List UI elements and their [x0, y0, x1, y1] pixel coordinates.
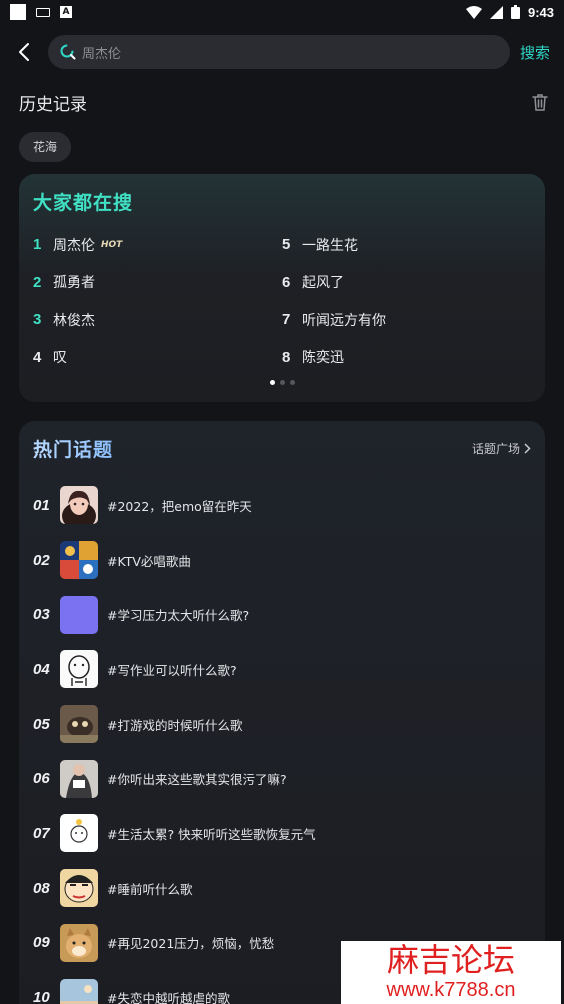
trending-item[interactable]: 7 听闻远方有你	[282, 301, 531, 339]
topic-row[interactable]: 05 #打游戏的时候听什么歌	[33, 697, 531, 752]
battery-icon	[510, 5, 520, 19]
trending-rank: 8	[282, 348, 291, 366]
trending-rank: 2	[33, 273, 42, 291]
trending-text: 起风了	[302, 275, 344, 292]
search-input[interactable]: 周杰伦	[48, 35, 510, 69]
topic-number: 06	[33, 770, 50, 788]
trending-text: 一路生花	[302, 237, 358, 254]
trending-title: 大家都在搜	[33, 192, 134, 214]
search-button[interactable]: 搜索	[520, 42, 550, 63]
topic-number: 10	[33, 989, 50, 1004]
search-placeholder: 周杰伦	[82, 46, 122, 62]
signal-icon	[489, 5, 503, 19]
topic-thumbnail	[60, 705, 98, 744]
trending-item[interactable]: 5 一路生花	[282, 226, 531, 264]
topic-number: 09	[33, 934, 50, 952]
topic-text: #写作业可以听什么歌?	[107, 662, 237, 678]
trending-item[interactable]: 6 起风了	[282, 264, 531, 302]
history-header: 历史记录	[0, 80, 564, 118]
topic-text: #失恋中越听越虐的歌	[107, 991, 230, 1004]
topic-thumbnail	[60, 595, 98, 634]
topic-number: 04	[33, 660, 50, 678]
topic-thumbnail	[60, 486, 98, 525]
trending-rank: 3	[33, 311, 42, 329]
watermark: 麻吉论坛 www.k7788.cn	[341, 941, 561, 1004]
topic-plaza-link[interactable]: 话题广场	[472, 440, 531, 457]
back-button[interactable]	[12, 32, 36, 72]
trending-rank: 5	[282, 236, 291, 254]
trending-text: 林俊杰	[53, 312, 95, 329]
topic-text: #睡前听什么歌	[107, 881, 193, 897]
wifi-icon	[465, 5, 482, 19]
search-bar: 周杰伦 搜索	[0, 24, 564, 80]
topic-number: 03	[33, 606, 50, 624]
page-dot	[289, 380, 295, 385]
topic-text: #你听出来这些歌其实很污了嘛?	[107, 772, 287, 788]
keyboard-icon	[36, 7, 50, 17]
topic-text: #KTV必唱歌曲	[107, 553, 191, 569]
trash-icon[interactable]	[532, 93, 548, 111]
topic-row[interactable]: 07 #生活太累? 快来听听这些歌恢复元气	[33, 806, 531, 861]
chevron-right-icon	[524, 443, 531, 454]
topic-thumbnail	[60, 978, 98, 1004]
history-title: 历史记录	[19, 94, 87, 115]
trending-grid: 1 周杰伦 HOT 5 一路生花 2 孤勇者 6 起风了 3 林俊杰 7 听闻远…	[33, 226, 531, 376]
status-bar: A 9:43	[0, 0, 564, 24]
trending-item[interactable]: 4 叹	[33, 339, 282, 377]
topic-text: #2022，把emo留在昨天	[107, 498, 252, 514]
topic-number: 08	[33, 879, 50, 897]
trending-item[interactable]: 2 孤勇者	[33, 264, 282, 302]
topic-row[interactable]: 08 #睡前听什么歌	[33, 861, 531, 916]
trending-text: 周杰伦	[53, 237, 95, 254]
topic-number: 02	[33, 551, 50, 569]
page-dot	[269, 380, 275, 385]
topic-number: 07	[33, 824, 50, 842]
topic-row[interactable]: 04 #写作业可以听什么歌?	[33, 642, 531, 697]
topic-thumbnail	[60, 650, 98, 689]
trending-rank: 4	[33, 348, 42, 366]
trending-text: 听闻远方有你	[302, 312, 386, 329]
trending-item[interactable]: 1 周杰伦 HOT	[33, 226, 282, 264]
topics-title: 热门话题	[33, 435, 113, 462]
watermark-url: www.k7788.cn	[386, 979, 516, 1001]
topic-plaza-label: 话题广场	[471, 442, 520, 456]
topic-text: #再见2021压力，烦恼，忧愁	[107, 936, 275, 952]
trending-text: 孤勇者	[53, 275, 95, 292]
page-indicator	[19, 380, 545, 385]
topic-text: #打游戏的时候听什么歌	[107, 717, 243, 733]
topics-card: 热门话题 话题广场 01 #2022，把emo留在昨天 02 #KTV必唱歌曲 …	[19, 421, 545, 1004]
trending-rank: 1	[33, 236, 42, 254]
topic-text: #学习压力太大听什么歌?	[107, 608, 250, 624]
topic-thumbnail	[60, 541, 98, 580]
topic-thumbnail	[60, 869, 98, 908]
status-time: 9:43	[527, 4, 554, 20]
topic-row[interactable]: 02 #KTV必唱歌曲	[33, 533, 531, 588]
topic-thumbnail	[60, 759, 98, 798]
back-arrow-icon	[19, 43, 29, 61]
a-icon: A	[60, 6, 72, 18]
topic-number: 01	[33, 496, 50, 514]
topic-row[interactable]: 06 #你听出来这些歌其实很污了嘛?	[33, 751, 531, 806]
history-chip[interactable]: 花海	[19, 132, 72, 162]
topic-row[interactable]: 03 #学习压力太大听什么歌?	[33, 587, 531, 642]
topic-row[interactable]: 01 #2022，把emo留在昨天	[33, 478, 531, 533]
page-dot	[279, 380, 285, 385]
topic-text: #生活太累? 快来听听这些歌恢复元气	[107, 826, 316, 842]
trending-item[interactable]: 3 林俊杰	[33, 301, 282, 339]
trending-card: 大家都在搜 1 周杰伦 HOT 5 一路生花 2 孤勇者 6 起风了 3 林俊杰…	[19, 174, 545, 402]
hot-badge: HOT	[101, 239, 123, 250]
watermark-title: 麻吉论坛	[386, 941, 515, 979]
notification-square-icon	[10, 4, 26, 20]
trending-rank: 7	[282, 311, 291, 329]
trending-text: 叹	[53, 350, 67, 367]
topic-number: 05	[33, 715, 50, 733]
topic-list: 01 #2022，把emo留在昨天 02 #KTV必唱歌曲 03 #学习压力太大…	[33, 478, 531, 1004]
topic-thumbnail	[60, 923, 98, 962]
topic-thumbnail	[60, 814, 98, 853]
trending-item[interactable]: 8 陈奕迅	[282, 339, 531, 377]
trending-rank: 6	[282, 273, 291, 291]
trending-text: 陈奕迅	[302, 350, 344, 367]
search-icon	[60, 44, 76, 60]
